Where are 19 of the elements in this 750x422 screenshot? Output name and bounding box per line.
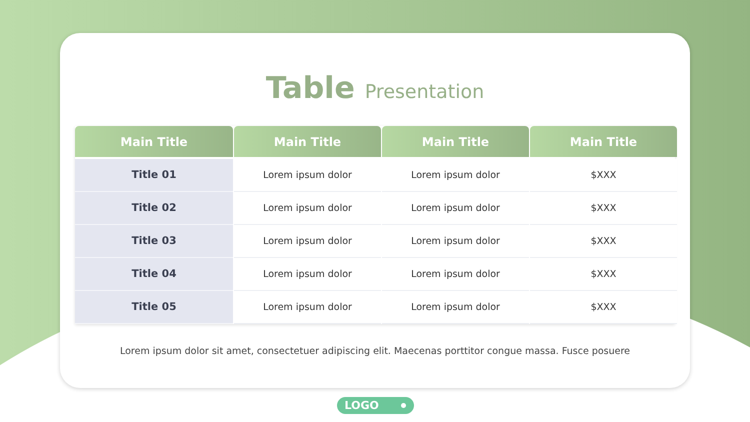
table-cell: $XXX (530, 291, 677, 324)
column-header: Main Title (530, 126, 677, 157)
table-cell: Title 01 (75, 159, 233, 192)
table-cell: $XXX (530, 192, 677, 225)
table-cell: Title 05 (75, 291, 233, 324)
subtitle-text: Presentation (364, 81, 484, 103)
table-cell: $XXX (530, 258, 677, 291)
logo-text: LOGO (344, 399, 380, 412)
caption-text: Lorem ipsum dolor sit amet, consectetuer adipiscing elit. Maecenas porttitor congue massa. Fusce posuere (120, 346, 630, 357)
table-cell: Title 03 (75, 225, 233, 258)
dot-icon (400, 403, 406, 408)
column-header: Main Title (382, 126, 529, 157)
table-cell: $XXX (530, 225, 677, 258)
table-cell: Title 02 (75, 192, 233, 225)
table-cell: Title 04 (75, 258, 233, 291)
column-header: Main Title (75, 126, 233, 157)
title-text: Table (266, 71, 355, 106)
column-header: Main Title (234, 126, 381, 157)
table-cell: $XXX (530, 159, 677, 192)
